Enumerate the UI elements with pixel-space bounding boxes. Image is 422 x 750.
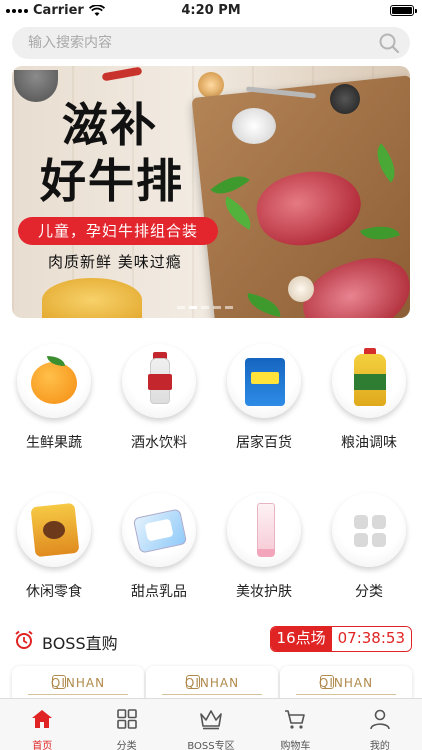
cart-icon: [285, 710, 306, 729]
search-icon[interactable]: [378, 32, 400, 54]
banner-title-line1: 滋补: [62, 98, 158, 152]
category-beauty[interactable]: 美妆护肤: [219, 493, 309, 603]
banner-subtitle: 肉质新鲜 美味过瘾: [48, 253, 182, 271]
status-time: 4:20 PM: [181, 3, 241, 18]
tab-bar: 首页 分类 BOSS专区 购物车 我的: [0, 698, 422, 750]
category-label: 酒水饮料: [131, 435, 187, 451]
category-grain-oil[interactable]: 粮油调味: [324, 344, 414, 454]
salt-bowl-image: [232, 108, 276, 144]
category-label: 居家百货: [236, 435, 292, 451]
product-brand: QINHAN: [50, 676, 106, 690]
grid-icon: [354, 515, 386, 547]
search-bar[interactable]: [12, 27, 410, 59]
product-brand: QINHAN: [184, 676, 240, 690]
banner-title-line2: 好牛排: [40, 154, 184, 208]
time-slot-label: 16点场: [270, 627, 332, 651]
category-snacks[interactable]: 休闲零食: [9, 493, 99, 603]
flash-sale-timer[interactable]: 16点场 07:38:53: [269, 626, 412, 652]
product-brand: QINHAN: [318, 676, 374, 690]
carousel-indicator[interactable]: [177, 306, 233, 309]
chips-image: [42, 278, 142, 318]
category-dessert-dairy[interactable]: 甜点乳品: [114, 493, 204, 603]
countdown: 07:38:53: [331, 627, 411, 651]
tab-label: 我的: [369, 741, 390, 750]
tab-home[interactable]: 首页: [0, 699, 84, 750]
tab-label: BOSS专区: [187, 741, 235, 750]
tab-boss-zone[interactable]: BOSS专区: [169, 699, 253, 750]
category-household[interactable]: 居家百货: [219, 344, 309, 454]
peppercorn-image: [330, 84, 360, 114]
category-label: 休闲零食: [26, 584, 82, 600]
status-bar: Carrier 4:20 PM: [0, 0, 422, 22]
category-label: 生鲜果蔬: [26, 435, 82, 451]
boss-section-header: BOSS直购 16点场 07:38:53: [0, 622, 422, 658]
tab-cart[interactable]: 购物车: [253, 699, 337, 750]
battery-icon: [390, 5, 417, 16]
tab-label: 分类: [116, 741, 137, 750]
tab-profile[interactable]: 我的: [338, 699, 422, 750]
home-icon: [32, 710, 53, 728]
crown-icon: [200, 710, 222, 730]
category-drinks[interactable]: 酒水饮料: [114, 344, 204, 454]
user-icon: [370, 709, 390, 730]
boss-title: BOSS直购: [42, 634, 118, 653]
tab-label: 首页: [32, 741, 53, 750]
orange-icon: [31, 362, 77, 404]
tab-category[interactable]: 分类: [84, 699, 168, 750]
search-input[interactable]: [12, 27, 352, 59]
category-label: 甜点乳品: [131, 584, 187, 600]
category-all[interactable]: 分类: [324, 493, 414, 603]
promo-banner[interactable]: 滋补 好牛排 儿童，孕妇牛排组合装 肉质新鲜 美味过瘾: [12, 66, 410, 318]
category-label: 美妆护肤: [236, 584, 292, 600]
category-label: 分类: [355, 584, 383, 600]
category-grid-icon: [116, 709, 137, 729]
banner-tag: 儿童，孕妇牛排组合装: [18, 217, 218, 245]
category-fresh-produce[interactable]: 生鲜果蔬: [9, 344, 99, 454]
alarm-clock-icon: [15, 630, 33, 649]
tab-label: 购物车: [280, 741, 311, 750]
category-label: 粮油调味: [341, 435, 397, 451]
garlic-image: [288, 276, 314, 302]
